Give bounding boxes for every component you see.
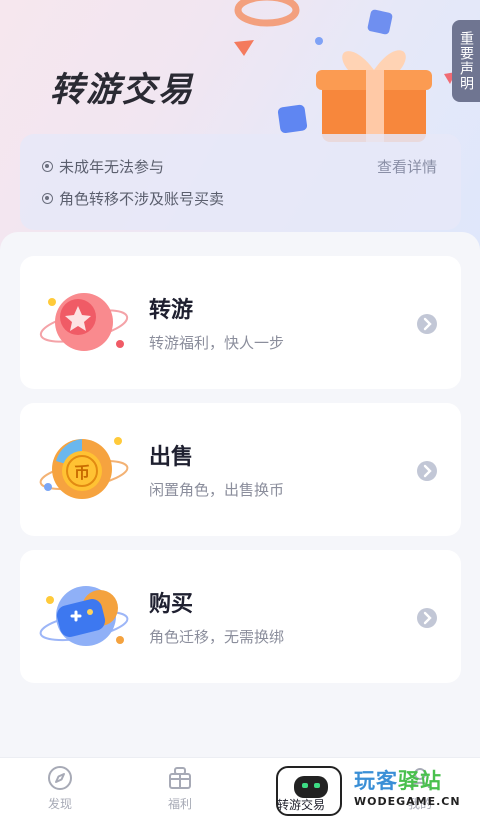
- buy-card[interactable]: 购买 角色迁移，无需换绑: [20, 550, 461, 683]
- card-subtitle: 转游福利，快人一步: [149, 334, 285, 352]
- important-notice-tab[interactable]: 重要声明: [452, 20, 480, 102]
- sell-card[interactable]: 币 出售 闲置角色，出售换币: [20, 403, 461, 536]
- view-details-link[interactable]: 查看详情: [377, 156, 437, 177]
- rule-item: 角色转移不涉及账号买卖: [42, 188, 224, 209]
- card-title: 出售: [149, 445, 194, 470]
- rule-text: 角色转移不涉及账号买卖: [59, 190, 225, 208]
- card-subtitle: 闲置角色，出售换币: [149, 481, 285, 499]
- rule-text: 未成年无法参与: [59, 158, 165, 176]
- chevron-right-icon[interactable]: [417, 314, 437, 334]
- svg-text:币: 币: [74, 463, 90, 482]
- chevron-right-icon[interactable]: [417, 461, 437, 481]
- card-title: 购买: [149, 592, 194, 617]
- tab-trade[interactable]: 转游交易: [261, 796, 341, 813]
- tab-discover[interactable]: 发现: [20, 764, 100, 812]
- tab-label: 发现: [47, 797, 72, 811]
- gamepad-planet-icon: [39, 586, 129, 646]
- watermark-cn: 玩客驿站: [354, 769, 442, 793]
- rule-item: 未成年无法参与: [42, 156, 164, 177]
- page-title: 转游交易: [50, 70, 194, 110]
- bullet-icon: [42, 193, 53, 204]
- gift-box-icon: [169, 767, 191, 789]
- site-watermark: 玩客驿站 WODEGAME.CN: [354, 765, 478, 815]
- star-planet-icon: [39, 293, 129, 351]
- tab-label: 转游交易: [276, 798, 325, 812]
- compass-icon: [48, 766, 72, 790]
- transfer-card[interactable]: 转游 转游福利，快人一步: [20, 256, 461, 389]
- chevron-right-icon[interactable]: [417, 608, 437, 628]
- tab-label: 福利: [167, 797, 192, 811]
- rules-box: 未成年无法参与 角色转移不涉及账号买卖 查看详情: [20, 134, 461, 230]
- cube-decoration: [367, 9, 393, 35]
- bullet-icon: [42, 161, 53, 172]
- triangle-decoration: [234, 40, 254, 56]
- gift-icon: [316, 50, 432, 142]
- watermark-en: WODEGAME.CN: [354, 795, 461, 808]
- card-subtitle: 角色迁移，无需换绑: [149, 628, 285, 646]
- ring-decoration: [234, 0, 300, 27]
- card-title: 转游: [149, 298, 194, 323]
- tab-welfare[interactable]: 福利: [140, 764, 220, 812]
- cube-decoration: [277, 104, 308, 134]
- coin-planet-icon: 币: [39, 437, 129, 499]
